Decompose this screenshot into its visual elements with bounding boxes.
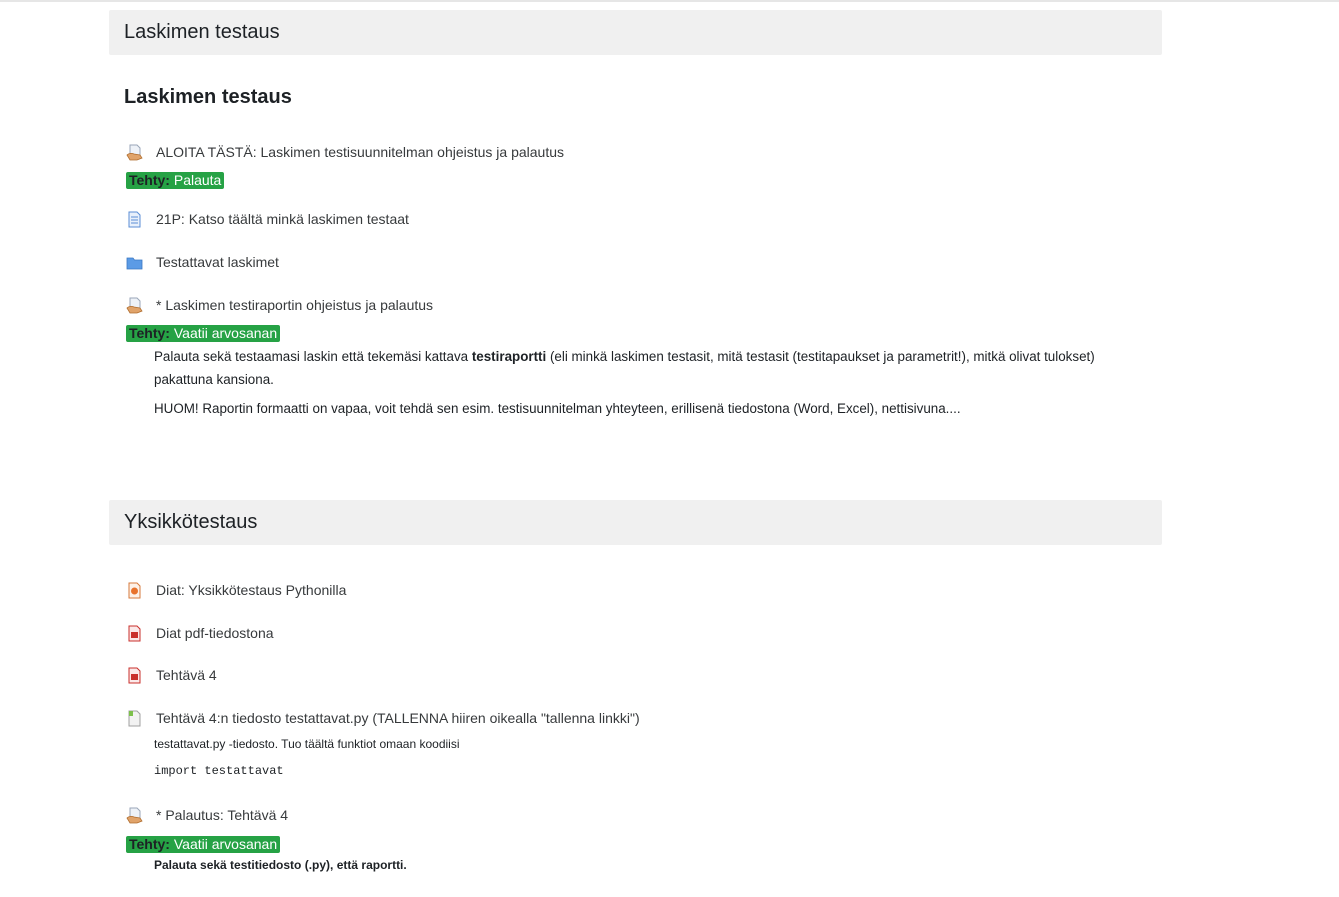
activity-testattavat-laskimet[interactable]: Testattavat laskimet: [126, 252, 279, 272]
badge-key: Tehty:: [129, 172, 170, 188]
section-title: Yksikkötestaus: [124, 511, 258, 533]
completion-badge: Tehty: Vaatii arvosanan: [126, 836, 281, 853]
assignment-icon: [126, 144, 143, 161]
activity-link[interactable]: Tehtävä 4:n tiedosto testattavat.py (TAL…: [156, 710, 640, 726]
badge-key: Tehty:: [129, 325, 170, 341]
section-header-laskimen-testaus: Laskimen testaus: [109, 10, 1162, 55]
activity-link[interactable]: Diat: Yksikkötestaus Pythonilla: [156, 582, 346, 598]
code-snippet: import testattavat: [154, 764, 284, 778]
activity-link[interactable]: 21P: Katso täältä minkä laskimen testaat: [156, 211, 409, 227]
desc-text: (eli minkä laskimen testasit, mitä testa…: [546, 349, 1095, 364]
activity-description: testattavat.py -tiedosto. Tuo täältä fun…: [154, 737, 460, 751]
page-icon: [126, 211, 143, 228]
desc-bold: testiraportti: [471, 349, 547, 364]
section-header-yksikkotestaus: Yksikkötestaus: [109, 500, 1162, 545]
activity-testiraportti[interactable]: * Laskimen testiraportin ohjeistus ja pa…: [126, 295, 433, 315]
activity-link[interactable]: Diat pdf-tiedostona: [156, 625, 274, 641]
assignment-icon: [126, 807, 143, 824]
activity-testattavat-py[interactable]: Tehtävä 4:n tiedosto testattavat.py (TAL…: [126, 708, 640, 728]
activity-link[interactable]: Testattavat laskimet: [156, 254, 279, 270]
activity-aloita-tasta[interactable]: ALOITA TÄSTÄ: Laskimen testisuunnitelman…: [126, 142, 564, 162]
completion-badge: Tehty: Vaatii arvosanan: [126, 325, 281, 342]
activity-link[interactable]: * Palautus: Tehtävä 4: [156, 807, 288, 823]
desc-text: Palauta sekä testaamasi laskin että teke…: [154, 349, 472, 364]
activity-diat-pdf[interactable]: Diat pdf-tiedostona: [126, 623, 274, 643]
activity-description: Palauta sekä testitiedosto (.py), että r…: [154, 858, 407, 872]
activity-description: Palauta sekä testaamasi laskin että teke…: [154, 345, 1095, 420]
activity-palautus-tehtava-4[interactable]: * Palautus: Tehtävä 4: [126, 805, 288, 825]
pdf-icon: [126, 667, 143, 684]
desc-text: pakattuna kansiona.: [154, 372, 274, 387]
file-icon: [126, 710, 143, 727]
activity-link[interactable]: ALOITA TÄSTÄ: Laskimen testisuunnitelman…: [156, 144, 564, 160]
section-title: Laskimen testaus: [124, 21, 280, 43]
badge-value: Vaatii arvosanan: [173, 325, 278, 341]
activity-21p[interactable]: 21P: Katso täältä minkä laskimen testaat: [126, 209, 409, 229]
activity-tehtava-4[interactable]: Tehtävä 4: [126, 665, 217, 685]
badge-value: Vaatii arvosanan: [173, 836, 278, 852]
activity-link[interactable]: * Laskimen testiraportin ohjeistus ja pa…: [156, 297, 433, 313]
badge-key: Tehty:: [129, 836, 170, 852]
top-divider: [0, 0, 1339, 2]
activity-diat-python[interactable]: Diat: Yksikkötestaus Pythonilla: [126, 580, 346, 600]
assignment-icon: [126, 297, 143, 314]
desc-text: HUOM! Raportin formaatti on vapaa, voit …: [154, 401, 961, 416]
pdf-icon: [126, 625, 143, 642]
completion-badge: Tehty: Palauta: [126, 172, 225, 189]
powerpoint-icon: [126, 582, 143, 599]
badge-value: Palauta: [173, 172, 222, 188]
folder-icon: [126, 254, 143, 271]
section-summary-title: Laskimen testaus: [124, 86, 292, 108]
activity-link[interactable]: Tehtävä 4: [156, 667, 217, 683]
